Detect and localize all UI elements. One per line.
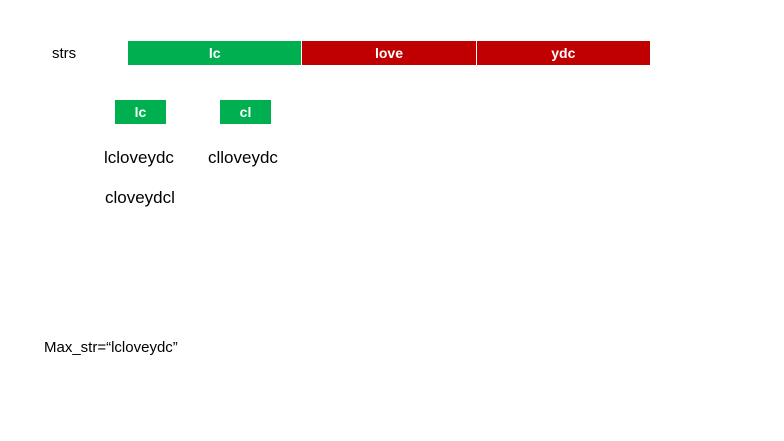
- result-clloveydc: clloveydc: [208, 148, 278, 167]
- max-str-line: Max_str=“lcloveydc”: [44, 339, 178, 356]
- result-cloveydcl: cloveydcl: [105, 188, 175, 207]
- segment-lc: lc: [128, 41, 302, 65]
- segment-love: love: [301, 41, 476, 65]
- chip-lc: lc: [115, 100, 166, 124]
- strs-strip: lc love ydc: [128, 41, 650, 65]
- chip-cl: cl: [220, 100, 271, 124]
- strs-label: strs: [52, 45, 77, 62]
- segment-ydc: ydc: [475, 41, 650, 65]
- result-lcloveydc: lcloveydc: [104, 148, 174, 167]
